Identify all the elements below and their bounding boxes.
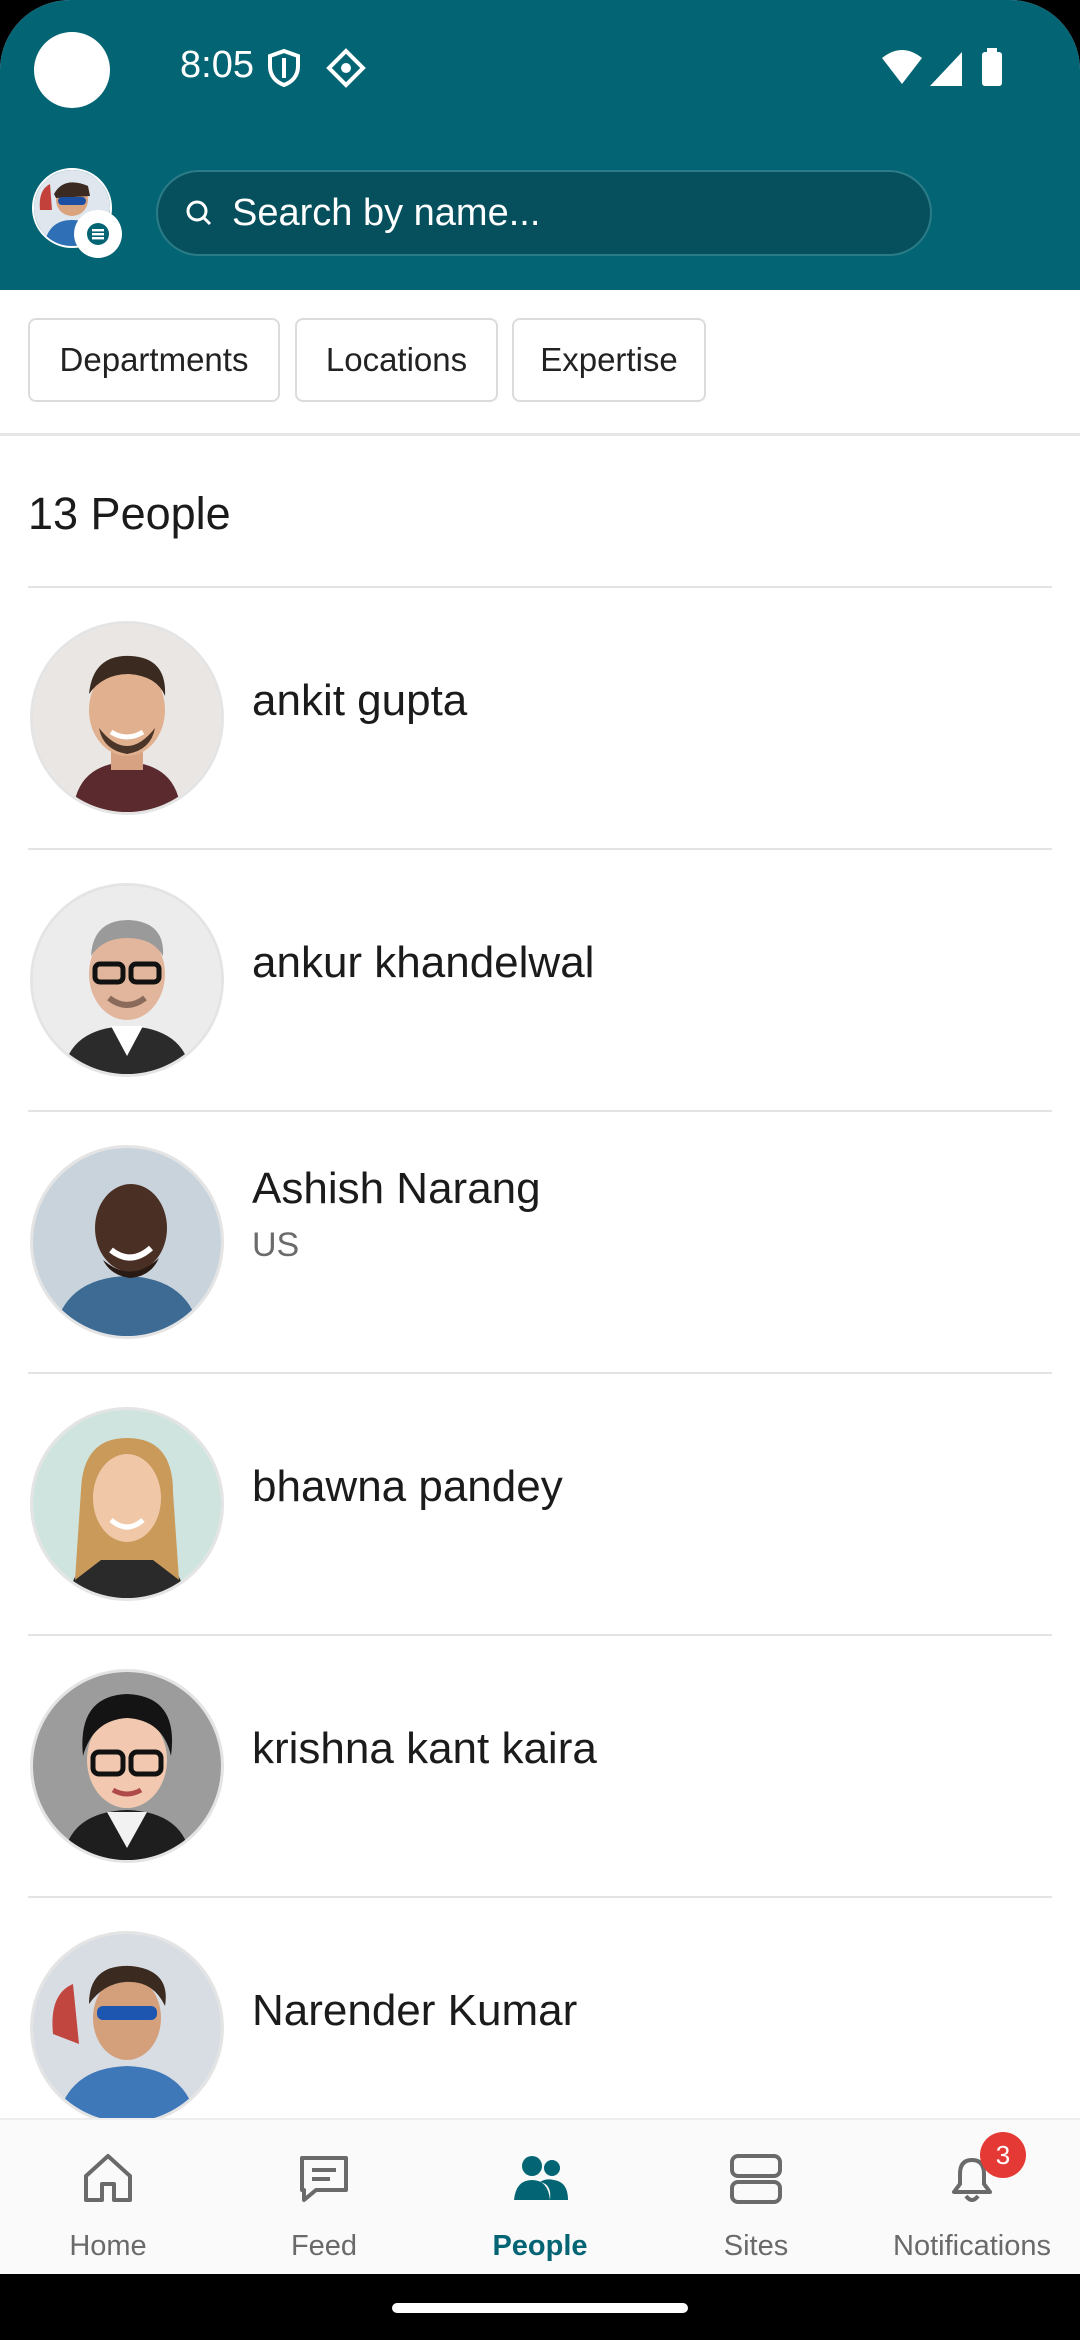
chat-icon <box>294 2148 354 2213</box>
nav-label: Feed <box>290 2230 358 2262</box>
avatar <box>30 883 224 1077</box>
person-name: Narender Kumar <box>252 1986 578 2035</box>
list-item[interactable]: Ashish Narang US <box>0 1112 1080 1372</box>
search-placeholder: Search by name... <box>232 192 541 234</box>
filter-chip-locations[interactable]: Locations <box>295 318 498 402</box>
filter-bar: Departments Locations Expertise <box>0 290 1080 436</box>
notification-count-badge: 3 <box>980 2132 1026 2178</box>
nav-home[interactable]: Home <box>0 2120 216 2276</box>
signal-icon <box>928 48 964 93</box>
wifi-icon <box>880 48 924 93</box>
avatar <box>30 621 224 815</box>
list-item[interactable]: krishna kant kaira <box>0 1636 1080 1896</box>
list-item[interactable]: ankur khandelwal <box>0 850 1080 1110</box>
nav-notifications[interactable]: 3 Notifications <box>864 2120 1080 2276</box>
person-name: ankur khandelwal <box>252 938 595 987</box>
person-location: US <box>252 1226 300 1264</box>
avatar <box>30 1145 224 1339</box>
avatar <box>30 1669 224 1863</box>
person-name: Ashish Narang <box>252 1164 541 1213</box>
nav-sites[interactable]: Sites <box>648 2120 864 2276</box>
search-icon <box>184 198 214 233</box>
people-count: 13 People <box>28 488 231 539</box>
vpn-diamond-icon <box>326 48 366 93</box>
sites-icon <box>726 2148 786 2213</box>
nav-people[interactable]: People <box>432 2120 648 2276</box>
people-icon <box>510 2148 570 2213</box>
person-name: ankit gupta <box>252 676 468 725</box>
bottom-navigation: Home Feed People Sites 3 Notifications <box>0 2118 1080 2276</box>
app-screen: 8:05 Search by name... Departments Locat… <box>0 0 1080 2340</box>
avatar <box>30 1931 224 2125</box>
home-icon <box>78 2148 138 2213</box>
list-item[interactable]: bhawna pandey <box>0 1374 1080 1634</box>
nav-feed[interactable]: Feed <box>216 2120 432 2276</box>
app-header: 8:05 Search by name... <box>0 0 1080 290</box>
shield-icon <box>266 48 302 93</box>
nav-label: Notifications <box>893 2230 1051 2262</box>
battery-icon <box>980 48 1004 93</box>
search-input[interactable]: Search by name... <box>156 170 932 256</box>
status-time: 8:05 <box>180 44 254 86</box>
status-bar: 8:05 <box>0 0 1080 140</box>
list-item[interactable]: ankit gupta <box>0 588 1080 848</box>
menu-icon[interactable] <box>74 210 122 258</box>
filter-chip-departments[interactable]: Departments <box>28 318 280 402</box>
nav-label: Home <box>69 2230 147 2262</box>
nav-label: People <box>492 2230 588 2262</box>
home-indicator[interactable] <box>392 2303 688 2313</box>
person-name: krishna kant kaira <box>252 1724 597 1773</box>
nav-label: Sites <box>723 2230 789 2262</box>
avatar <box>30 1407 224 1601</box>
filter-chip-expertise[interactable]: Expertise <box>512 318 706 402</box>
camera-cutout <box>34 32 110 108</box>
person-name: bhawna pandey <box>252 1462 563 1511</box>
